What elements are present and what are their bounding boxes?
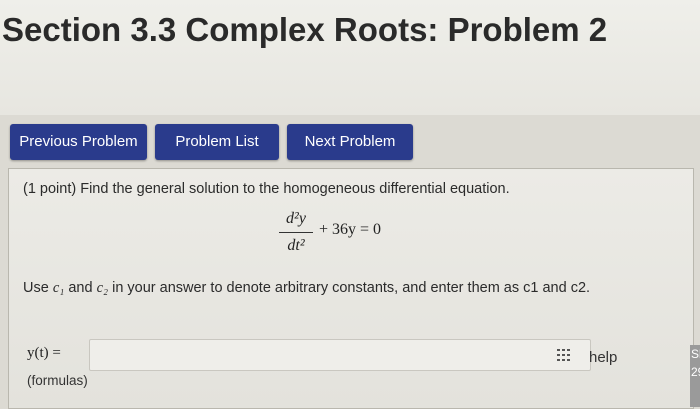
constant-c2: c₂ [96, 280, 109, 296]
page-header: Section 3.3 Complex Roots: Problem 2 [0, 0, 700, 115]
problem-navigation: Previous Problem Problem List Next Probl… [10, 124, 413, 160]
edge-text-2: 29 [691, 365, 700, 379]
instruction-text-2: and [68, 280, 93, 296]
instruction-text-1: Use [23, 280, 49, 296]
problem-list-button[interactable]: Problem List [155, 124, 279, 160]
constant-c1: c₁ [52, 280, 65, 296]
cut-off-edge-button[interactable]: Sh 29 [690, 345, 700, 407]
problem-prompt: (1 point) Find the general solution to t… [23, 181, 510, 197]
next-problem-button[interactable]: Next Problem [287, 124, 413, 160]
fraction-denominator: dt² [287, 237, 305, 254]
problem-instructions: Use c₁ and c₂ in your answer to denote a… [23, 277, 673, 299]
previous-problem-button[interactable]: Previous Problem [10, 124, 147, 160]
equation-remainder: + 36y = 0 [319, 221, 382, 238]
grid-icon[interactable] [557, 349, 571, 361]
derivative-fraction: d²y dt² [279, 209, 313, 256]
help-link[interactable]: help [589, 349, 617, 366]
edge-text-1: Sh [691, 347, 700, 361]
fraction-numerator: d²y [286, 210, 306, 227]
differential-equation: d²y dt² + 36y = 0 [9, 209, 693, 259]
page-title: Section 3.3 Complex Roots: Problem 2 [2, 11, 608, 48]
instruction-text-3: in your answer to denote arbitrary const… [112, 280, 591, 296]
answer-input[interactable] [89, 339, 591, 371]
formulas-link[interactable]: (formulas) [27, 373, 88, 388]
fraction-bar [279, 232, 313, 233]
problem-panel: (1 point) Find the general solution to t… [8, 168, 694, 409]
answer-label: y(t) = [27, 345, 61, 361]
